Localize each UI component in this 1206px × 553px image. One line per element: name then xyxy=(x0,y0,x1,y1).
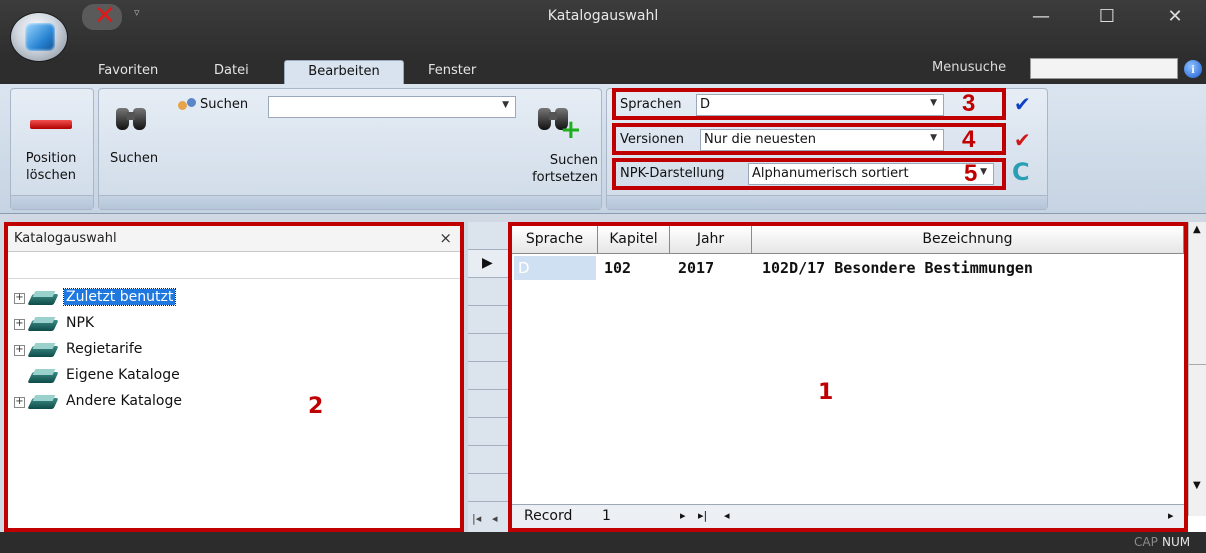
cell-sprache[interactable]: D xyxy=(514,256,596,280)
book-icon xyxy=(27,291,59,307)
column-kapitel[interactable]: Kapitel xyxy=(598,226,670,254)
panel-header: Katalogauswahl × xyxy=(8,226,460,252)
expand-icon[interactable]: + xyxy=(14,345,25,356)
position-delete-button[interactable]: Position löschen xyxy=(20,150,82,184)
column-bezeichnung[interactable]: Bezeichnung xyxy=(752,226,1184,254)
current-row-indicator[interactable]: ▶ xyxy=(468,250,510,278)
expand-icon[interactable]: + xyxy=(14,319,25,330)
annotation-2: 2 xyxy=(308,394,324,419)
search-combobox[interactable]: ▼ xyxy=(268,96,516,118)
vertical-scrollbar[interactable]: ▲ ▼ xyxy=(1188,222,1206,516)
annotation-box-5 xyxy=(612,158,1006,190)
scroll-right-icon[interactable]: ▸ xyxy=(1168,509,1174,522)
tree-item-andere-kataloge[interactable]: + Andere Kataloge xyxy=(14,392,234,414)
row-header-column: ▶ |◂ ◂ xyxy=(468,222,510,532)
tree-item-npk[interactable]: + NPK xyxy=(14,314,234,336)
row-pointer-icon: ▶ xyxy=(482,255,493,271)
binoculars-icon xyxy=(114,102,148,134)
prev-record-icon[interactable]: ◂ xyxy=(492,512,498,525)
record-navigator: Record 1 ▸ ▸| ◂ ▸ xyxy=(512,504,1184,528)
cell-jahr[interactable]: 2017 xyxy=(678,256,714,280)
expand-icon[interactable]: + xyxy=(14,397,25,408)
book-icon xyxy=(27,343,59,359)
record-number-input[interactable]: 1 xyxy=(602,508,611,524)
title-bar: ✕ ▿ Katalogauswahl — ☐ ✕ xyxy=(0,0,1206,62)
search-field-label: Suchen xyxy=(200,97,249,112)
annotation-box-3 xyxy=(612,88,1006,120)
blue-check-icon[interactable]: ✔ xyxy=(1014,92,1031,116)
panel-close-icon[interactable]: × xyxy=(439,229,452,247)
ribbon: Position löschen Suchen Suchen ▼ + Suche… xyxy=(0,84,1206,214)
status-bar: CAP NUM xyxy=(0,532,1206,553)
binoculars-plus-icon: + xyxy=(536,104,582,143)
caps-lock-indicator: CAP xyxy=(1134,535,1158,549)
position-group xyxy=(10,88,94,210)
menu-search-label: Menusuche xyxy=(932,60,1007,75)
expand-icon[interactable]: + xyxy=(14,293,25,304)
maximize-button[interactable]: ☐ xyxy=(1084,2,1130,32)
tree-item-eigene-kataloge[interactable]: Eigene Kataloge xyxy=(14,366,234,388)
tab-bearbeiten[interactable]: Bearbeiten xyxy=(284,60,404,84)
cell-bezeichnung[interactable]: 102D/17 Besondere Bestimmungen xyxy=(762,256,1033,280)
catalog-grid: Sprache Kapitel Jahr Bezeichnung D 102 2… xyxy=(508,222,1188,532)
scroll-left-icon[interactable]: ◂ xyxy=(724,509,730,522)
panel-title: Katalogauswahl xyxy=(14,231,117,246)
menu-search-input[interactable] xyxy=(1030,58,1178,79)
first-record-icon[interactable]: |◂ xyxy=(472,512,481,525)
refresh-icon[interactable]: C xyxy=(1012,158,1030,186)
close-button[interactable]: ✕ xyxy=(1152,2,1198,32)
last-record-icon[interactable]: ▸| xyxy=(698,509,707,522)
search-next-button[interactable]: Suchen fortsetzen xyxy=(500,152,598,186)
tree-item-regietarife[interactable]: + Regietarife xyxy=(14,340,234,362)
red-check-icon[interactable]: ✔ xyxy=(1014,128,1031,152)
book-icon xyxy=(27,369,59,385)
tab-datei[interactable]: Datei xyxy=(204,60,259,84)
minus-icon xyxy=(30,120,72,129)
tab-fenster[interactable]: Fenster xyxy=(418,60,486,84)
app-logo-icon xyxy=(25,23,55,51)
next-record-icon[interactable]: ▸ xyxy=(680,509,686,522)
num-lock-indicator: NUM xyxy=(1162,535,1191,549)
annotation-box-4 xyxy=(612,123,1006,155)
scroll-down-icon[interactable]: ▼ xyxy=(1193,480,1201,491)
scroll-up-icon[interactable]: ▲ xyxy=(1193,224,1201,235)
column-sprache[interactable]: Sprache xyxy=(512,226,598,254)
record-label: Record xyxy=(524,508,573,524)
application-menu-button[interactable] xyxy=(10,12,68,62)
search-button[interactable]: Suchen xyxy=(110,150,158,167)
annotation-1: 1 xyxy=(818,380,834,405)
ribbon-tab-bar: Favoriten Datei Bearbeiten Fenster Menus… xyxy=(0,58,1206,84)
info-icon[interactable]: i xyxy=(1184,60,1202,78)
book-icon xyxy=(27,395,59,411)
minimize-button[interactable]: — xyxy=(1018,2,1064,32)
users-icon xyxy=(178,98,198,114)
catalog-selection-panel: Katalogauswahl × + Zuletzt benutzt + NPK… xyxy=(4,222,464,532)
cell-kapitel[interactable]: 102 xyxy=(604,256,631,280)
tree-item-zuletzt-benutzt[interactable]: + Zuletzt benutzt xyxy=(14,288,234,310)
dropdown-arrow-icon: ▼ xyxy=(502,100,509,110)
book-icon xyxy=(27,317,59,333)
tab-favoriten[interactable]: Favoriten xyxy=(88,60,168,84)
column-jahr[interactable]: Jahr xyxy=(670,226,752,254)
